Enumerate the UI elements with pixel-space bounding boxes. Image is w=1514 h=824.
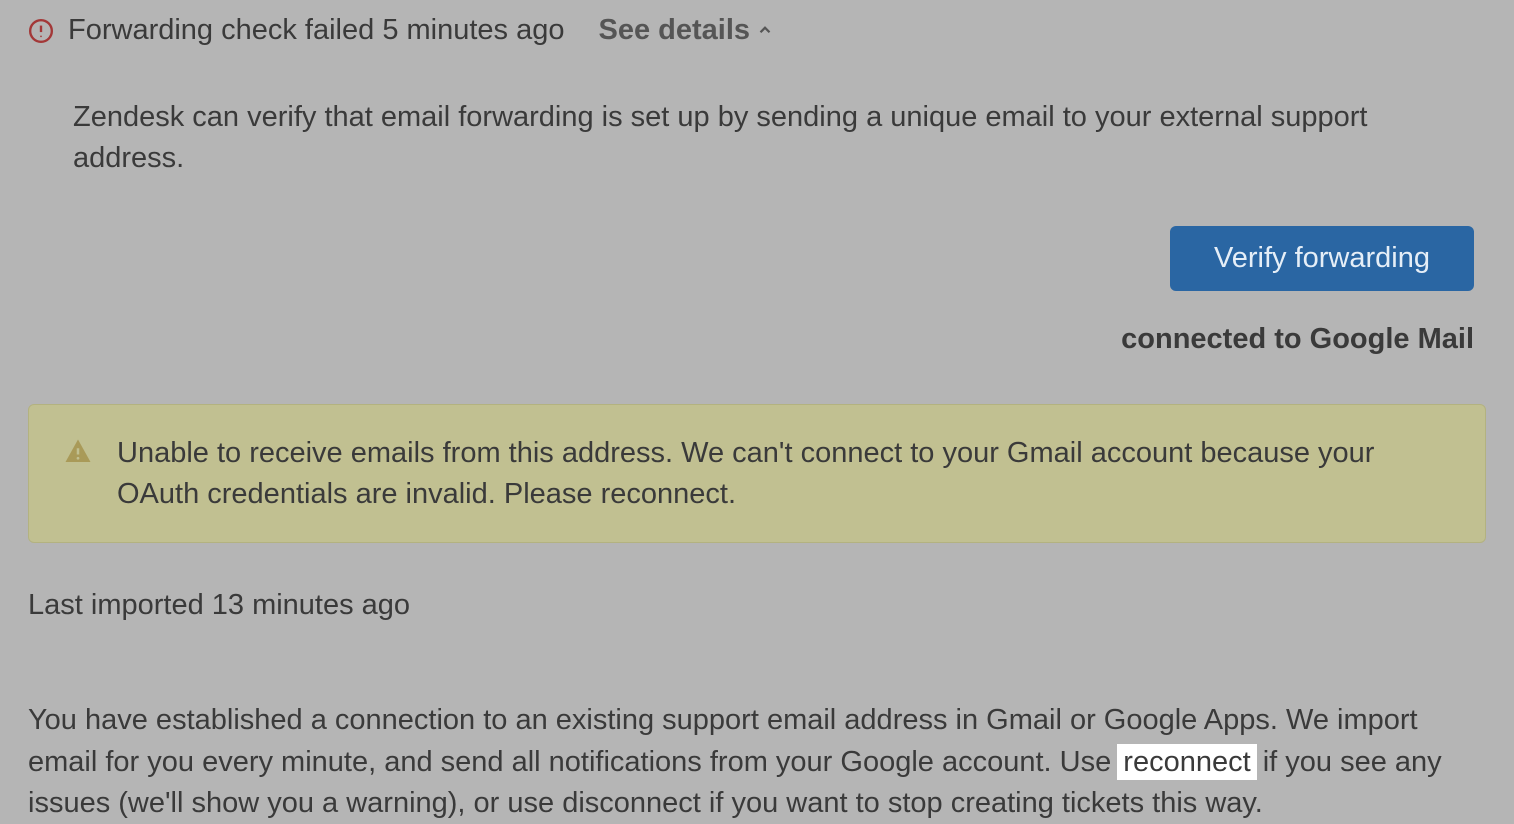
forwarding-description: Zendesk can verify that email forwarding… <box>73 97 1486 178</box>
warning-message: Unable to receive emails from this addre… <box>117 433 1451 514</box>
warning-triangle-icon <box>63 437 93 467</box>
chevron-up-icon <box>756 14 774 47</box>
warning-alert: Unable to receive emails from this addre… <box>28 404 1486 543</box>
error-circle-icon <box>28 18 54 44</box>
connection-info-text: You have established a connection to an … <box>28 700 1486 824</box>
verify-action-row: Verify forwarding <box>28 226 1486 291</box>
forwarding-status-row: Forwarding check failed 5 minutes ago Se… <box>28 14 1486 47</box>
see-details-toggle[interactable]: See details <box>598 14 774 47</box>
forwarding-status-text: Forwarding check failed 5 minutes ago <box>68 14 564 47</box>
see-details-label: See details <box>598 14 750 47</box>
verify-forwarding-button[interactable]: Verify forwarding <box>1170 226 1474 291</box>
last-imported-text: Last imported 13 minutes ago <box>28 589 1486 622</box>
connected-status: connected to Google Mail <box>28 323 1486 356</box>
